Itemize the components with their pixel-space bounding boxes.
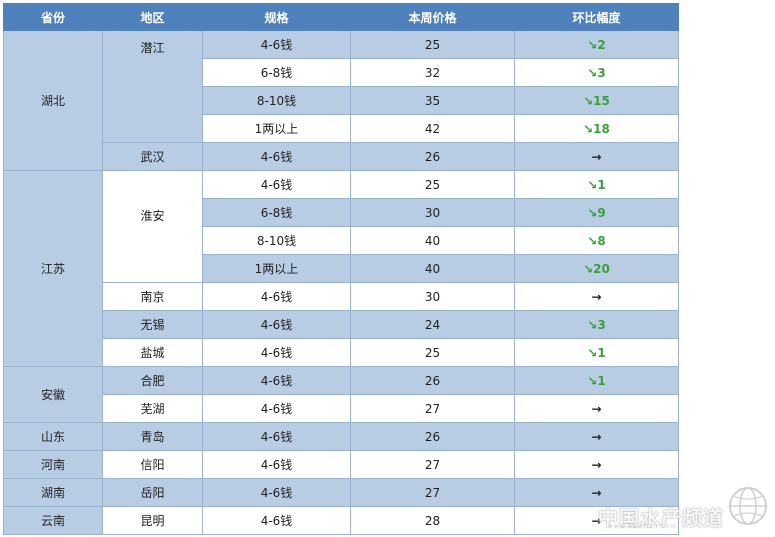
change-cell: ↘9 (514, 198, 679, 227)
province-cell: 安徽 (3, 366, 103, 423)
province-cell: 湖南 (3, 478, 103, 507)
table-row: 无锡 4-6钱 24 ↘3 (4, 310, 679, 339)
change-cell: ↘18 (514, 114, 679, 143)
change-cell: ↘1 (514, 366, 679, 395)
spec-cell: 4-6钱 (202, 310, 351, 339)
price-table: 省份 地区 规格 本周价格 环比幅度 湖北 潜江 4-6钱 25 ↘2 6-8钱… (3, 3, 679, 535)
table-row: 安徽 合肥 4-6钱 26 ↘1 (3, 366, 679, 423)
price-cell: 27 (350, 478, 515, 507)
change-cell: → (514, 506, 679, 535)
region-cell: 淮安 (102, 170, 203, 283)
region-cell: 信阳 (102, 450, 203, 479)
price-cell: 27 (350, 450, 515, 479)
change-cell: → (514, 422, 679, 451)
spec-cell: 8-10钱 (202, 226, 351, 255)
price-cell: 30 (350, 198, 515, 227)
region-cell: 青岛 (102, 422, 203, 451)
spec-cell: 4-6钱 (202, 142, 351, 171)
header-row: 省份 地区 规格 本周价格 环比幅度 (3, 3, 679, 31)
price-cell: 25 (350, 338, 515, 367)
header-region: 地区 (102, 3, 203, 31)
spec-cell: 4-6钱 (202, 394, 351, 423)
spec-cell: 1两以上 (202, 114, 351, 143)
table-row: 武汉 4-6钱 26 → (4, 142, 679, 171)
change-cell: ↘20 (514, 254, 679, 283)
table-row: 河南 信阳 4-6钱 27 → (3, 450, 679, 479)
change-cell: → (514, 394, 679, 423)
table-row: 南京 4-6钱 30 → (4, 282, 679, 311)
price-cell: 24 (350, 310, 515, 339)
price-cell: 25 (350, 30, 515, 59)
change-cell: ↘3 (514, 58, 679, 87)
table-row: 云南 昆明 4-6钱 28 → (3, 506, 679, 535)
region-cell: 合肥 (102, 366, 203, 395)
header-province: 省份 (3, 3, 103, 31)
price-cell: 35 (350, 86, 515, 115)
region-cell: 武汉 (102, 142, 203, 171)
spec-cell: 4-6钱 (202, 478, 351, 507)
table-row: 山东 青岛 4-6钱 26 → (3, 422, 679, 451)
region-cell: 昆明 (102, 506, 203, 535)
price-cell: 40 (350, 254, 515, 283)
spec-cell: 8-10钱 (202, 86, 351, 115)
price-cell: 26 (350, 142, 515, 171)
province-cell: 云南 (3, 506, 103, 535)
table-row: 芜湖 4-6钱 27 → (4, 394, 679, 423)
table-row: 湖南 岳阳 4-6钱 27 → (3, 478, 679, 507)
region-cell: 南京 (102, 282, 203, 311)
price-cell: 42 (350, 114, 515, 143)
province-cell: 江苏 (3, 170, 103, 367)
price-cell: 26 (350, 366, 515, 395)
spec-cell: 4-6钱 (202, 506, 351, 535)
header-spec: 规格 (202, 3, 351, 31)
change-cell: ↘2 (514, 30, 679, 59)
spec-cell: 4-6钱 (202, 450, 351, 479)
change-cell: ↘3 (514, 310, 679, 339)
region-cell: 盐城 (102, 338, 203, 367)
price-cell: 26 (350, 422, 515, 451)
change-cell: → (514, 282, 679, 311)
price-cell: 40 (350, 226, 515, 255)
region-cell: 潜江 (102, 30, 203, 143)
table-row: 湖北 潜江 4-6钱 25 ↘2 (3, 30, 679, 171)
change-cell: → (514, 478, 679, 507)
price-cell: 32 (350, 58, 515, 87)
spec-cell: 1两以上 (202, 254, 351, 283)
region-cell: 无锡 (102, 310, 203, 339)
province-cell: 山东 (3, 422, 103, 451)
header-change: 环比幅度 (514, 3, 679, 31)
table-row: 江苏 淮安 4-6钱 25 ↘1 (3, 170, 679, 367)
change-cell: → (514, 142, 679, 171)
change-cell: ↘1 (514, 338, 679, 367)
spec-cell: 4-6钱 (202, 170, 351, 199)
province-cell: 河南 (3, 450, 103, 479)
spec-cell: 6-8钱 (202, 198, 351, 227)
change-cell: ↘1 (514, 170, 679, 199)
province-cell: 湖北 (3, 30, 103, 171)
globe-icon (729, 487, 767, 525)
region-cell: 岳阳 (102, 478, 203, 507)
price-cell: 30 (350, 282, 515, 311)
spec-cell: 4-6钱 (202, 282, 351, 311)
region-cell: 芜湖 (102, 394, 203, 423)
spec-cell: 4-6钱 (202, 338, 351, 367)
change-cell: ↘15 (514, 86, 679, 115)
price-cell: 27 (350, 394, 515, 423)
header-price: 本周价格 (350, 3, 515, 31)
spec-cell: 4-6钱 (202, 30, 351, 59)
spec-cell: 6-8钱 (202, 58, 351, 87)
change-cell: → (514, 450, 679, 479)
change-cell: ↘8 (514, 226, 679, 255)
price-cell: 25 (350, 170, 515, 199)
table-row: 盐城 4-6钱 25 ↘1 (4, 338, 679, 367)
spec-cell: 4-6钱 (202, 366, 351, 395)
spec-cell: 4-6钱 (202, 422, 351, 451)
price-cell: 28 (350, 506, 515, 535)
